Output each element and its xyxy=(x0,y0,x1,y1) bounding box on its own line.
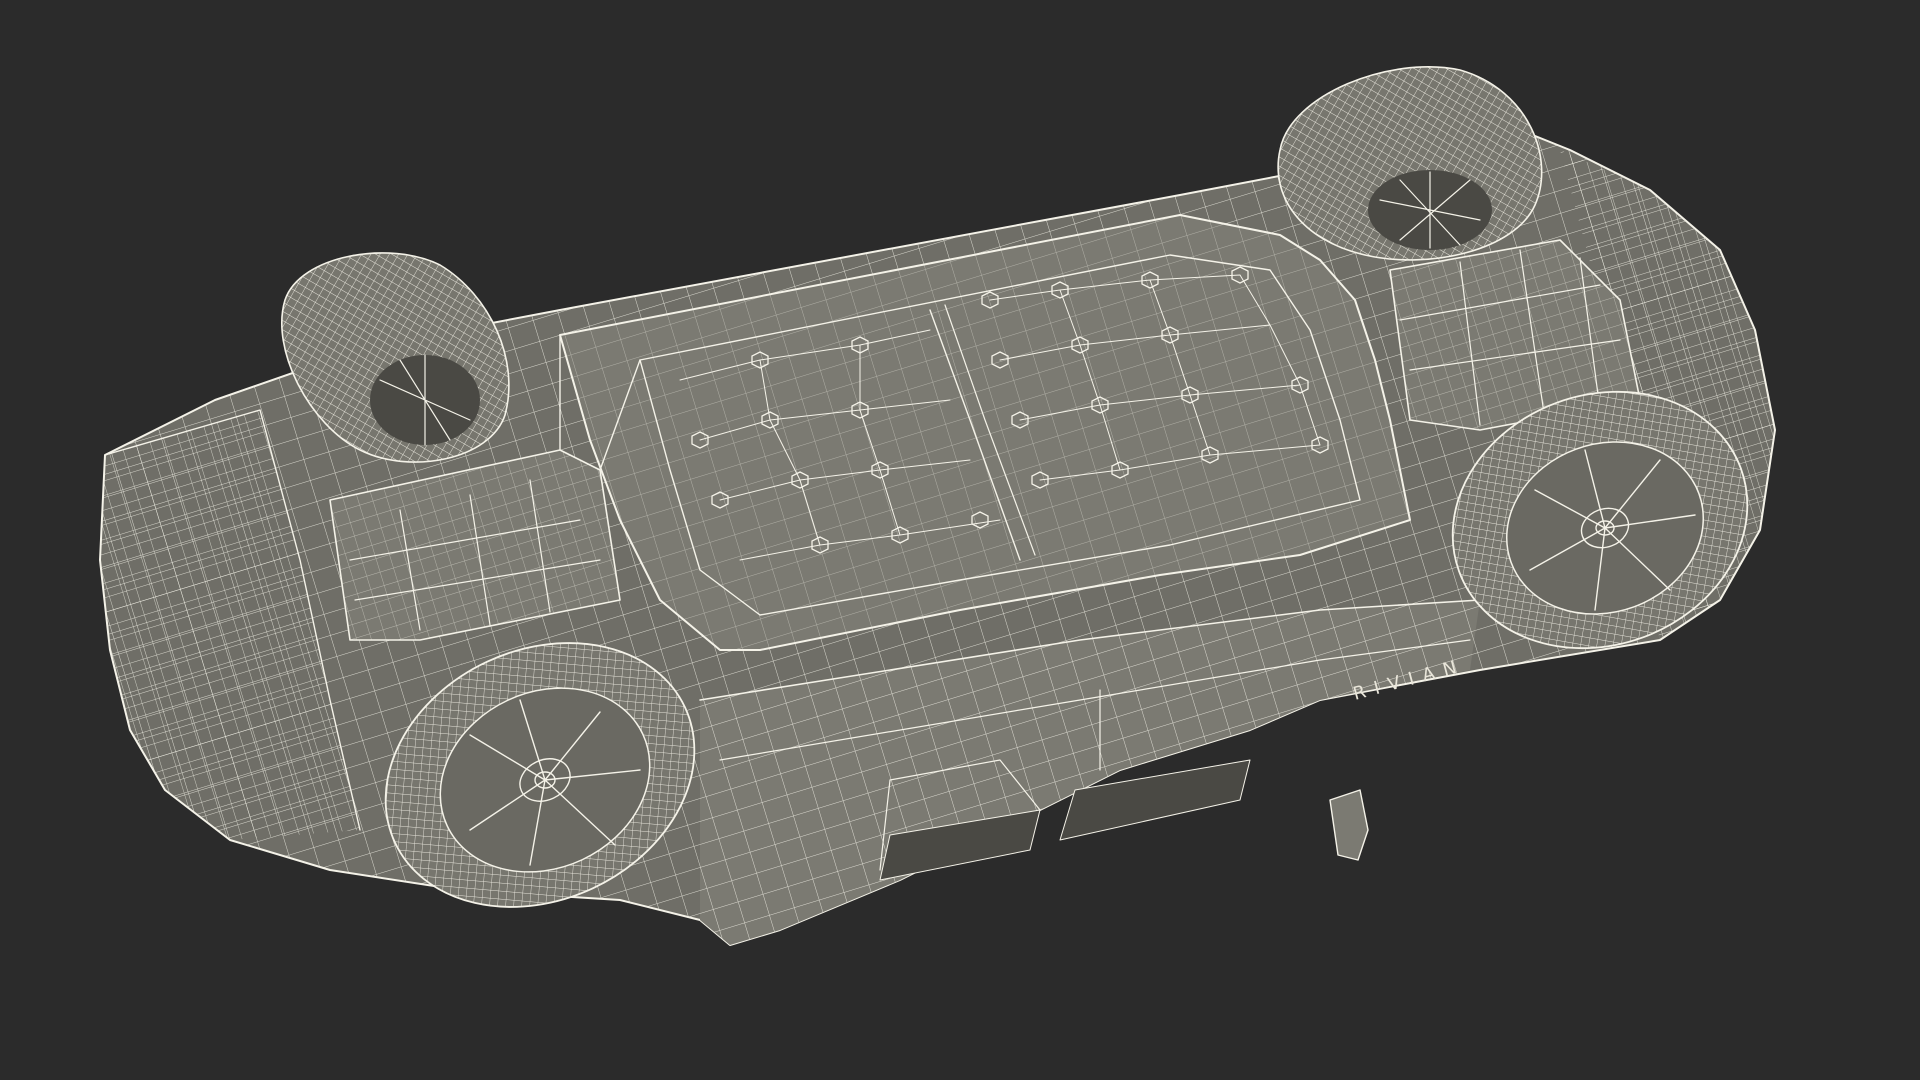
wheel-rear-upper xyxy=(1277,66,1543,261)
wireframe-scene: RIVIAN xyxy=(99,66,1776,946)
